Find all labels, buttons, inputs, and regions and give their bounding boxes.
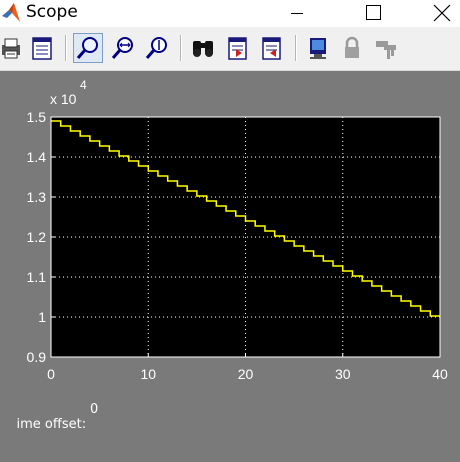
y-tick-label: 1.4 bbox=[27, 149, 47, 165]
zoom-icon bbox=[76, 37, 98, 59]
x-tick-label: 0 bbox=[47, 366, 55, 382]
minimize-button[interactable] bbox=[274, 0, 320, 27]
y-exponent-power: 4 bbox=[80, 78, 87, 92]
scope-plot-area: 0 10 20 30 40 0.9 1 1.1 1.2 1.3 1.4 1.5 x 10 4 ime … bbox=[0, 71, 460, 432]
window-title: Scope bbox=[26, 2, 78, 22]
matlab-logo-icon[interactable] bbox=[1, 2, 21, 24]
print-button[interactable] bbox=[0, 33, 24, 63]
x-tick-label: 20 bbox=[238, 366, 254, 382]
floating-scope-icon bbox=[310, 38, 326, 59]
zoom-x-button[interactable] bbox=[108, 33, 138, 63]
y-tick-label: 1.2 bbox=[27, 229, 47, 245]
zoom-y-button[interactable] bbox=[142, 33, 172, 63]
y-tick-label: 1 bbox=[38, 309, 46, 325]
autoscale-binoculars-icon bbox=[193, 41, 213, 57]
time-offset-status: ime offset: 0 bbox=[0, 402, 99, 462]
minimize-icon bbox=[291, 13, 303, 14]
restore-axes-settings-icon bbox=[262, 37, 281, 60]
maximize-icon bbox=[366, 5, 381, 20]
maximize-button[interactable] bbox=[349, 0, 395, 27]
zoom-y-icon bbox=[145, 37, 167, 59]
y-exponent-label: x 10 bbox=[50, 91, 77, 107]
lock-axes-icon bbox=[345, 36, 359, 58]
zoom-x-icon bbox=[111, 37, 133, 59]
signal-selection-icon bbox=[376, 41, 396, 59]
toolbar-separator bbox=[295, 35, 297, 61]
y-tick-label: 1.1 bbox=[27, 269, 47, 285]
lock-axes-button[interactable] bbox=[337, 33, 367, 63]
y-tick-label: 1.5 bbox=[27, 109, 47, 125]
y-tick-label: 0.9 bbox=[27, 349, 47, 365]
autoscale-button[interactable] bbox=[188, 33, 218, 63]
toolbar-separator bbox=[65, 35, 67, 61]
close-button[interactable] bbox=[414, 0, 460, 27]
zoom-button[interactable] bbox=[73, 33, 103, 63]
save-axes-settings-icon bbox=[228, 37, 247, 60]
x-tick-label: 40 bbox=[432, 366, 448, 382]
parameters-icon bbox=[32, 37, 52, 60]
save-axes-settings-button[interactable] bbox=[222, 33, 252, 63]
toolbar bbox=[0, 27, 460, 71]
close-icon bbox=[433, 4, 451, 22]
scope-chart[interactable]: 0 10 20 30 40 0.9 1 1.1 1.2 1.3 1.4 1.5 x 10 4 bbox=[0, 71, 460, 402]
toolbar-separator bbox=[180, 35, 182, 61]
signal-selection-button[interactable] bbox=[371, 33, 401, 63]
floating-scope-button[interactable] bbox=[303, 33, 333, 63]
restore-axes-settings-button[interactable] bbox=[256, 33, 286, 63]
title-bar: Scope bbox=[0, 0, 460, 27]
x-tick-label: 30 bbox=[335, 366, 351, 382]
y-tick-label: 1.3 bbox=[27, 189, 47, 205]
time-offset-value: 0 bbox=[90, 402, 99, 417]
time-offset-label: ime offset: bbox=[16, 417, 87, 432]
x-tick-label: 10 bbox=[140, 366, 156, 382]
parameters-button[interactable] bbox=[27, 33, 57, 63]
print-icon bbox=[2, 38, 20, 59]
